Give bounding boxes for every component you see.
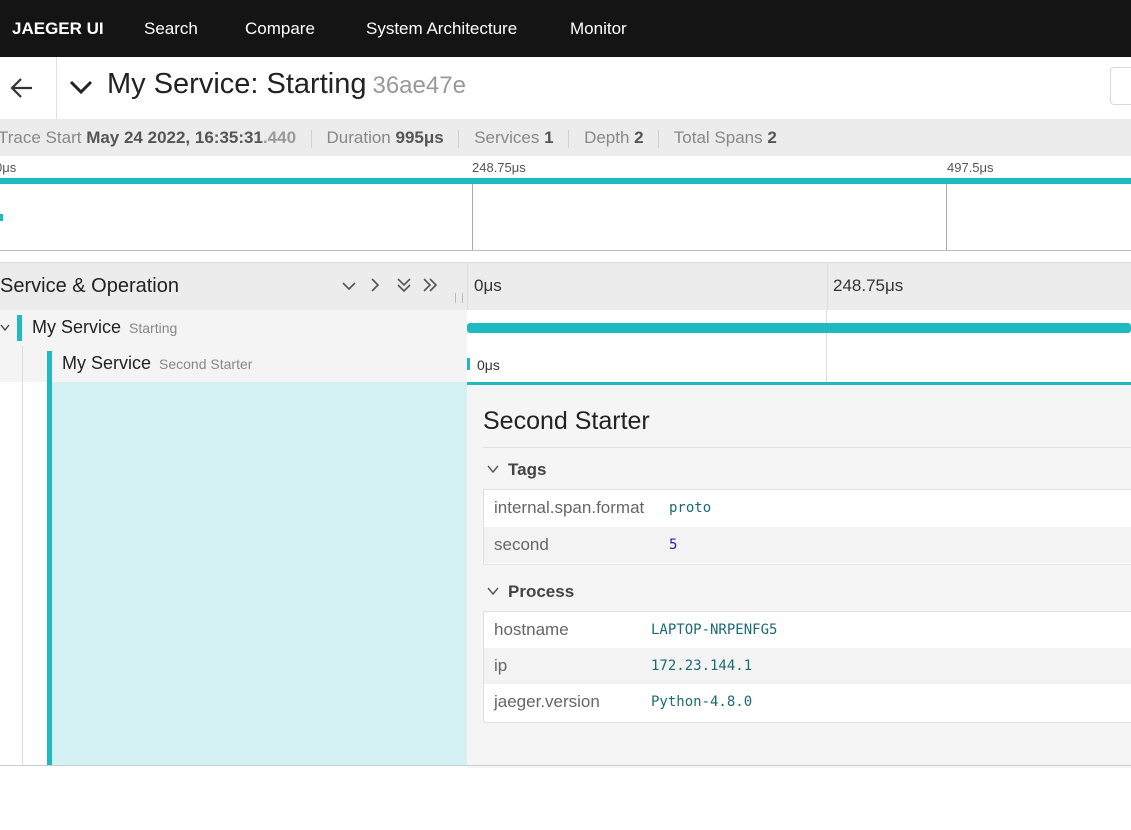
tag-row: second 5 bbox=[484, 527, 1131, 563]
operation-name: Starting bbox=[129, 320, 178, 336]
process-table: hostname LAPTOP-NRPENFG5 ip 172.23.144.1… bbox=[483, 611, 1131, 723]
nav-monitor[interactable]: Monitor bbox=[570, 0, 627, 57]
minimap[interactable] bbox=[0, 184, 1131, 251]
tag-row: internal.span.format proto bbox=[484, 490, 1131, 526]
trace-start-value: May 24 2022, 16:35:31 bbox=[86, 128, 263, 147]
process-value: 172.23.144.1 bbox=[651, 658, 753, 674]
tags-label: Tags bbox=[508, 460, 547, 479]
timeline-header: 0μs 248.75μs bbox=[467, 263, 1131, 310]
column-resizer[interactable] bbox=[455, 293, 463, 303]
span-table-header: Service & Operation 0μs 248.75μs bbox=[0, 262, 1131, 311]
span-row[interactable]: My Service Second Starter bbox=[0, 346, 467, 382]
service-name: My Service bbox=[32, 317, 122, 337]
trace-id: 36ae47e bbox=[372, 72, 466, 99]
trace-start-ms: .440 bbox=[262, 128, 297, 147]
chevron-down-icon[interactable] bbox=[0, 324, 10, 332]
minimap-tick: 248.75μs bbox=[472, 160, 526, 175]
depth-value: 2 bbox=[634, 128, 644, 147]
back-button[interactable] bbox=[0, 57, 57, 119]
minimap-tick: 497.5μs bbox=[947, 160, 994, 175]
collapse-all-icon[interactable] bbox=[396, 277, 412, 293]
minimap-ticks: 0μs 248.75μs 497.5μs bbox=[0, 156, 1131, 178]
tag-value: proto bbox=[669, 500, 712, 516]
chevron-down-icon[interactable] bbox=[68, 77, 94, 99]
operation-name: Second Starter bbox=[159, 356, 253, 372]
chevron-down-icon bbox=[487, 587, 499, 596]
duration-value: 995μs bbox=[395, 128, 444, 147]
duration-label: Duration bbox=[326, 128, 391, 147]
process-row: jaeger.version Python-4.8.0 bbox=[484, 684, 1131, 720]
total-spans-value: 2 bbox=[767, 128, 777, 147]
tags-table: internal.span.format proto second 5 bbox=[483, 489, 1131, 565]
service-color-bar bbox=[47, 351, 52, 382]
trace-meta-bar: Trace Start May 24 2022, 16:35:31.440 Du… bbox=[0, 119, 1131, 156]
span-duration-bar[interactable] bbox=[467, 323, 1131, 333]
process-key: ip bbox=[494, 656, 508, 675]
tag-value: 5 bbox=[669, 537, 678, 553]
trace-title-text: My Service: Starting bbox=[107, 68, 367, 100]
timeline-tick: 248.75μs bbox=[833, 276, 904, 295]
trace-title: My Service: Starting 36ae47e bbox=[107, 68, 466, 101]
total-spans-label: Total Spans bbox=[673, 128, 763, 147]
nav-system-architecture[interactable]: System Architecture bbox=[366, 0, 517, 57]
process-row: ip 172.23.144.1 bbox=[484, 648, 1131, 684]
nav-compare[interactable]: Compare bbox=[245, 0, 315, 57]
span-duration-bar[interactable] bbox=[467, 358, 470, 370]
trace-start-label: Trace Start bbox=[0, 128, 82, 147]
top-navigation: JAEGER UI Search Compare System Architec… bbox=[0, 0, 1131, 57]
span-timeline-row[interactable]: 0μs bbox=[467, 346, 1131, 382]
services-label: Services bbox=[474, 128, 540, 147]
span-name: My Service Second Starter bbox=[62, 353, 252, 374]
nav-search[interactable]: Search bbox=[144, 0, 198, 57]
trace-title-bar: My Service: Starting 36ae47e bbox=[0, 57, 1131, 120]
minimap-tick: 0μs bbox=[0, 160, 17, 175]
process-row: hostname LAPTOP-NRPENFG5 bbox=[484, 612, 1131, 648]
process-key: jaeger.version bbox=[494, 692, 600, 711]
process-label: Process bbox=[508, 582, 575, 601]
depth-label: Depth bbox=[584, 128, 630, 147]
service-operation-header: Service & Operation bbox=[0, 275, 179, 297]
tag-key: second bbox=[494, 535, 549, 554]
tag-key: internal.span.format bbox=[494, 498, 645, 517]
minimap-child-span bbox=[0, 214, 3, 221]
expand-all-icon[interactable] bbox=[422, 277, 438, 293]
span-duration-label: 0μs bbox=[477, 357, 500, 373]
span-detail-panel: Second Starter Tags internal.span.format… bbox=[467, 382, 1131, 768]
detail-title: Second Starter bbox=[483, 407, 650, 435]
timeline-tick: 0μs bbox=[474, 276, 502, 295]
services-value: 1 bbox=[544, 128, 554, 147]
span-timeline-row[interactable] bbox=[467, 310, 1131, 346]
span-row[interactable]: My Service Starting bbox=[0, 310, 467, 346]
process-key: hostname bbox=[494, 620, 569, 639]
service-color-bar bbox=[17, 315, 22, 341]
arrow-left-icon bbox=[10, 78, 32, 98]
service-name: My Service bbox=[62, 353, 152, 373]
span-name: My Service Starting bbox=[32, 317, 177, 338]
expand-one-icon[interactable] bbox=[369, 277, 381, 293]
process-value: Python-4.8.0 bbox=[651, 694, 753, 710]
process-value: LAPTOP-NRPENFG5 bbox=[651, 622, 778, 638]
collapse-one-icon[interactable] bbox=[341, 280, 357, 292]
span-detail-left-area bbox=[47, 382, 467, 765]
brand-logo[interactable]: JAEGER UI bbox=[12, 0, 104, 57]
chevron-down-icon bbox=[487, 465, 499, 474]
find-input[interactable] bbox=[1110, 67, 1131, 105]
